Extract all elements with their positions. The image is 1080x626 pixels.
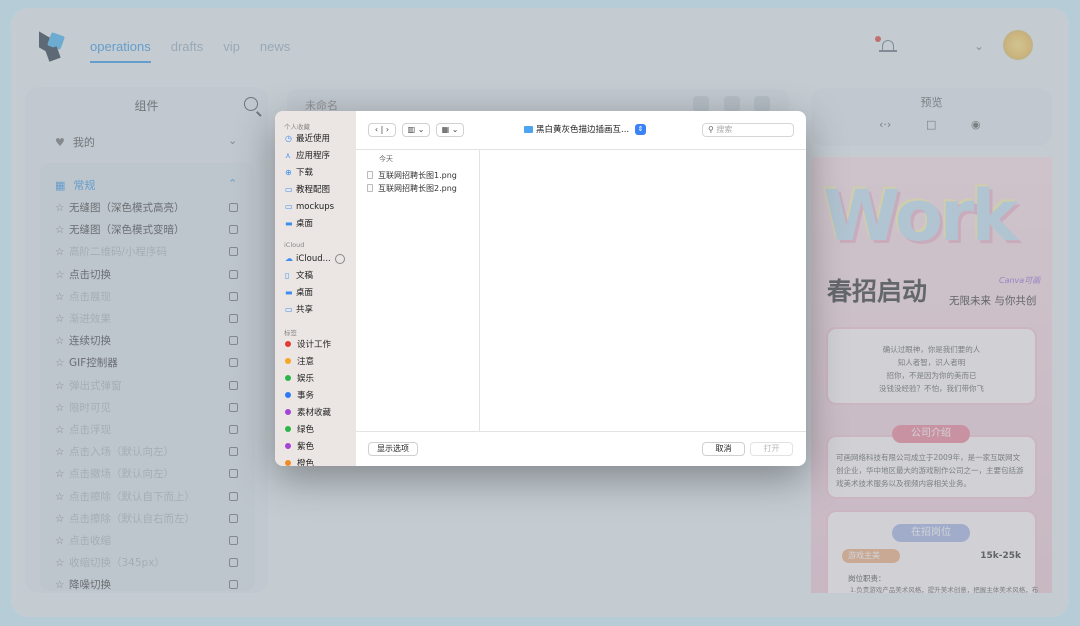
icloud-head: iCloud [284,241,305,249]
location-label: 黑白黄灰色描边插画互... [536,125,630,135]
tag-label: 素材收藏 [297,408,332,418]
select-arrows-icon: ⇕ [635,124,646,135]
icloud-sync-icon [335,254,345,264]
tag-color-dot [285,443,291,449]
file-name: 互联网招聘长图2.png [378,184,457,193]
tag-item[interactable]: 橙色 [285,457,314,466]
download-icon: ⊕ [285,168,292,177]
tag-item[interactable]: 素材收藏 [285,406,331,420]
sidebar-item[interactable]: ☁ iCloud... [285,252,331,266]
sidebar-item[interactable]: ▭ 共享 [285,303,313,317]
folder-icon: ▭ [285,185,293,194]
tag-item[interactable]: 紫色 [285,440,314,454]
tag-label: 娱乐 [297,374,315,384]
sidebar-item[interactable]: ▭ mockups [285,200,334,214]
tag-color-dot [285,460,291,466]
sidebar-item-label: iCloud... [296,254,331,264]
clock-icon: ◷ [285,134,292,143]
preview-column [480,149,806,431]
tag-item[interactable]: 设计工作 [285,338,331,352]
open-button[interactable]: 打开 [750,442,793,456]
show-options-button[interactable]: 显示选项 [368,442,418,456]
tag-label: 注意 [297,357,315,367]
tag-color-dot [285,426,291,432]
location-select[interactable]: 黑白黄灰色描边插画互... ⇕ [524,123,646,137]
sidebar-item-label: 文稿 [296,271,314,281]
sidebar-item-label: 教程配图 [296,185,331,195]
sidebar-item-label: mockups [296,202,335,212]
document-icon: ▯ [285,271,290,280]
sidebar-item[interactable]: ▬ 桌面 [285,286,313,300]
tag-item[interactable]: 事务 [285,389,314,403]
dialog-sidebar: 个人收藏 ◷ 最近使用 ⋏ 应用程序 ⊕ 下载 ▭ 教程配图 ▭ mockups ▬ 桌面 iClou… [275,111,356,466]
tag-item[interactable]: 绿色 [285,423,314,437]
app-window: operations drafts vip news ⌄ 组件 ♥ 我的 ⌄ ▦ 常… [11,8,1069,617]
file-item[interactable]: 互联网招聘长图2.png [367,183,457,194]
tag-color-dot [285,358,291,364]
tag-item[interactable]: 娱乐 [285,372,314,386]
image-file-icon [367,171,373,179]
tag-color-dot [285,409,291,415]
cancel-button[interactable]: 取消 [702,442,745,456]
file-item[interactable]: 互联网招聘长图1.png [367,170,457,181]
tag-color-dot [285,392,291,398]
sidebar-item[interactable]: ▭ 教程配图 [285,183,330,197]
tag-label: 事务 [297,391,315,401]
tag-color-dot [285,341,291,347]
sidebar-item-label: 桌面 [296,219,314,229]
tag-label: 紫色 [297,442,315,452]
tag-label: 设计工作 [297,340,332,350]
favorites-head: 个人收藏 [284,123,310,131]
sidebar-item-label: 最近使用 [296,134,331,144]
sidebar-item[interactable]: ⋏ 应用程序 [285,149,330,163]
tag-label: 绿色 [297,425,315,435]
dialog-footer: 显示选项 取消 打开 [356,431,806,466]
column-header: 今天 [379,155,393,163]
sidebar-item-label: 共享 [296,305,314,315]
folder-icon [524,126,533,133]
group-view-button[interactable]: ▦ ⌄ [436,123,464,137]
sidebar-item[interactable]: ▬ 桌面 [285,217,313,231]
column-view-button[interactable]: ▥ ⌄ [402,123,430,137]
search-placeholder: 搜索 [716,125,733,134]
tag-label: 橙色 [297,459,315,466]
tag-item[interactable]: 注意 [285,355,314,369]
folder-icon: ▭ [285,202,293,211]
sidebar-item-label: 桌面 [296,288,314,298]
desktop-icon: ▬ [285,219,293,228]
search-icon: ⚲ [708,125,714,134]
back-forward-button[interactable]: ‹ | › [368,123,396,137]
shared-folder-icon: ▭ [285,305,293,314]
sidebar-item[interactable]: ⊕ 下载 [285,166,313,180]
tags-head: 标签 [284,329,297,337]
desktop-icon: ▬ [285,288,293,297]
cloud-icon: ☁ [285,254,293,263]
sidebar-item[interactable]: ◷ 最近使用 [285,132,330,146]
sidebar-item-label: 应用程序 [296,151,331,161]
file-open-dialog: 个人收藏 ◷ 最近使用 ⋏ 应用程序 ⊕ 下载 ▭ 教程配图 ▭ mockups ▬ 桌面 iClou… [275,111,806,466]
tag-color-dot [285,375,291,381]
search-input[interactable]: ⚲ 搜索 [702,123,794,137]
sidebar-item-label: 下载 [296,168,314,178]
image-file-icon [367,184,373,192]
apps-icon: ⋏ [285,151,291,160]
file-column: 今天 互联网招聘长图1.png 互联网招聘长图2.png [356,149,480,431]
sidebar-item[interactable]: ▯ 文稿 [285,269,313,283]
file-name: 互联网招聘长图1.png [378,171,457,180]
